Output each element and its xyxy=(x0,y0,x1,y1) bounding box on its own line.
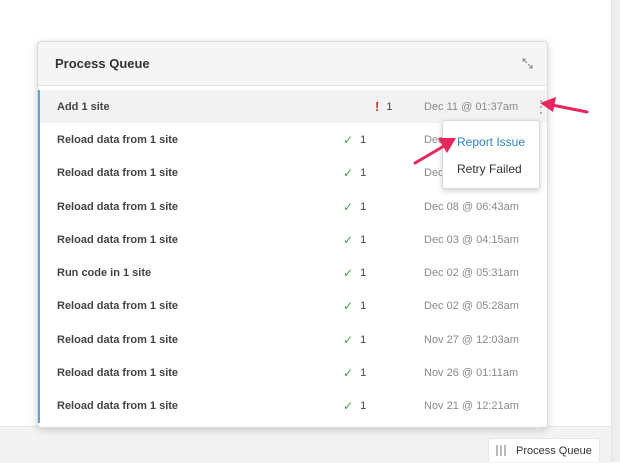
annotation-arrow-kebab xyxy=(540,97,589,114)
queue-row[interactable]: Run code in 1 site ✓ 1 Dec 02 @ 05:31am xyxy=(40,256,547,289)
row-status: ! 1 xyxy=(375,99,392,114)
checkmark-icon: ✓ xyxy=(343,399,354,414)
checkmark-icon: ✓ xyxy=(343,232,354,247)
row-date: Nov 21 @ 12:21am xyxy=(424,400,519,413)
checkmark-icon: ✓ xyxy=(343,299,354,314)
row-label: Reload data from 1 site xyxy=(57,367,179,380)
row-count: 1 xyxy=(360,167,367,180)
row-date: Nov 26 @ 01:11am xyxy=(424,367,519,380)
row-date: Dec 11 @ 01:37am xyxy=(424,100,519,113)
queue-row[interactable]: Reload data from 1 site ✓ 1 Nov 27 @ 12:… xyxy=(40,323,547,356)
row-date: Dec 02 @ 05:28am xyxy=(424,300,519,313)
row-date: Nov 27 @ 12:03am xyxy=(424,333,519,346)
process-queue-button[interactable]: Process Queue xyxy=(488,438,600,462)
queue-bars-icon xyxy=(496,445,506,456)
checkmark-icon: ✓ xyxy=(343,199,354,214)
checkmark-icon: ✓ xyxy=(343,366,354,381)
retry-failed-menu-item[interactable]: Retry Failed xyxy=(457,162,522,176)
row-label: Reload data from 1 site xyxy=(57,400,179,413)
queue-row[interactable]: Reload data from 1 site ✓ 1 Dec 02 @ 05:… xyxy=(40,290,547,323)
row-status: ✓ 1 xyxy=(343,299,366,313)
queue-row[interactable]: Add 1 site ! 1 Dec 11 @ 01:37am xyxy=(40,90,547,124)
row-status: ✓ 1 xyxy=(343,266,366,280)
row-count: 1 xyxy=(360,333,367,346)
error-icon: ! xyxy=(375,99,380,115)
row-status: ✓ 1 xyxy=(343,233,366,247)
queue-row[interactable]: Reload data from 1 site ✓ 1 Dec 03 @ 04:… xyxy=(40,223,547,256)
row-count: 1 xyxy=(360,233,367,246)
row-label: Reload data from 1 site xyxy=(57,233,179,246)
right-edge-strip xyxy=(611,0,620,462)
report-issue-menu-item[interactable]: Report Issue xyxy=(457,135,525,149)
row-count: 1 xyxy=(360,200,367,213)
panel-header: Process Queue xyxy=(38,42,547,86)
row-label: Reload data from 1 site xyxy=(57,133,179,146)
row-status: ✓ 1 xyxy=(343,366,366,380)
row-label: Reload data from 1 site xyxy=(57,167,179,180)
queue-row[interactable]: Reload data from 1 site ✓ 1 Nov 21 @ 12:… xyxy=(40,390,547,423)
row-label: Run code in 1 site xyxy=(57,267,152,280)
row-date: Dec 02 @ 05:31am xyxy=(424,267,519,280)
row-label: Add 1 site xyxy=(57,100,110,113)
row-count: 1 xyxy=(360,400,367,413)
row-status: ✓ 1 xyxy=(343,333,366,347)
process-queue-label: Process Queue xyxy=(516,444,592,457)
checkmark-icon: ✓ xyxy=(343,166,354,181)
row-status: ✓ 1 xyxy=(343,133,366,147)
checkmark-icon: ✓ xyxy=(343,132,354,147)
panel-title: Process Queue xyxy=(55,56,150,71)
row-label: Reload data from 1 site xyxy=(57,200,179,213)
checkmark-icon: ✓ xyxy=(343,266,354,281)
queue-row[interactable]: Reload data from 1 site ✓ 1 Dec 08 @ 06:… xyxy=(40,190,547,223)
row-count: 1 xyxy=(360,367,367,380)
row-count: 1 xyxy=(360,267,367,280)
row-status: ✓ 1 xyxy=(343,399,366,413)
expand-icon[interactable] xyxy=(521,58,533,70)
row-label: Reload data from 1 site xyxy=(57,300,179,313)
checkmark-icon: ✓ xyxy=(343,332,354,347)
queue-row[interactable]: Reload data from 1 site ✓ 1 Nov 26 @ 01:… xyxy=(40,356,547,389)
row-date: Dec 08 @ 06:43am xyxy=(424,200,519,213)
row-count: 1 xyxy=(360,300,367,313)
row-status: ✓ 1 xyxy=(343,200,366,214)
row-count: 1 xyxy=(360,133,367,146)
annotation-arrow-report xyxy=(413,138,456,165)
row-count: 1 xyxy=(386,100,393,113)
row-status: ✓ 1 xyxy=(343,166,366,180)
row-date: Dec 03 @ 04:15am xyxy=(424,233,519,246)
process-queue-panel: Process Queue Add 1 site ! 1 Dec 11 @ 01… xyxy=(37,41,548,428)
row-label: Reload data from 1 site xyxy=(57,333,179,346)
